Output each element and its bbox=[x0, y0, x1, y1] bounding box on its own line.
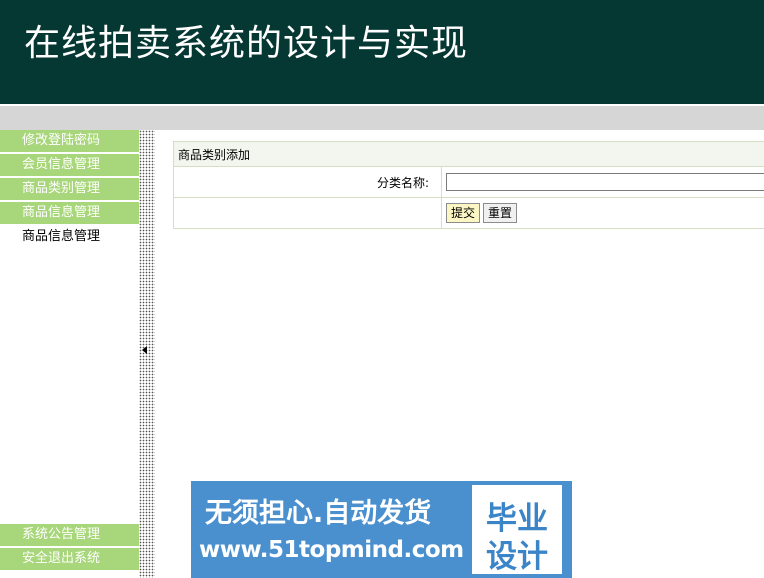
sidebar-bottom-group: 系统公告管理 安全退出系统 bbox=[0, 524, 139, 572]
category-name-label: 分类名称: bbox=[173, 166, 442, 198]
app-header: 在线拍卖系统的设计与实现 bbox=[0, 0, 764, 104]
sidebar-item-member-management[interactable]: 会员信息管理 bbox=[0, 154, 139, 176]
page-title: 在线拍卖系统的设计与实现 bbox=[24, 23, 469, 64]
form-field-row: 分类名称: bbox=[173, 166, 764, 198]
submit-button[interactable]: 提交 bbox=[446, 203, 481, 223]
banner-slogan: 无须担心.自动发货 bbox=[205, 498, 432, 529]
sidebar-item-change-password[interactable]: 修改登陆密码 bbox=[0, 130, 139, 152]
sidebar: 修改登陆密码 会员信息管理 商品类别管理 商品信息管理 商品信息管理 系统公告管… bbox=[0, 130, 139, 578]
form-buttons-cell: 提交 重置 bbox=[441, 197, 764, 229]
sidebar-item-product-management[interactable]: 商品信息管理 bbox=[0, 202, 139, 224]
form-caption: 商品类别添加 bbox=[173, 141, 764, 167]
sidebar-subitem-product-management[interactable]: 商品信息管理 bbox=[0, 226, 139, 248]
category-name-cell bbox=[441, 166, 764, 198]
banner-url: www.51topmind.com bbox=[199, 537, 464, 563]
form-button-row: 提交 重置 bbox=[173, 197, 764, 229]
sidebar-item-logout[interactable]: 安全退出系统 bbox=[0, 548, 139, 570]
collapse-arrow-icon[interactable] bbox=[142, 346, 147, 354]
reset-button[interactable]: 重置 bbox=[483, 203, 518, 223]
sidebar-item-category-management[interactable]: 商品类别管理 bbox=[0, 178, 139, 200]
category-add-form: 商品类别添加 分类名称: 提交 重置 bbox=[173, 141, 764, 229]
banner-badge: 毕业 设计 bbox=[472, 485, 562, 575]
watermark-banner: 无须担心.自动发货 www.51topmind.com 毕业 设计 bbox=[191, 481, 572, 578]
form-caption-row: 商品类别添加 bbox=[173, 141, 764, 167]
toolbar-bar bbox=[0, 106, 764, 130]
sidebar-item-announcement-management[interactable]: 系统公告管理 bbox=[0, 524, 139, 546]
category-name-input[interactable] bbox=[446, 173, 764, 191]
badge-text-bottom: 设计 bbox=[486, 539, 548, 575]
form-button-row-spacer bbox=[173, 197, 442, 229]
sidebar-splitter[interactable] bbox=[139, 130, 155, 578]
